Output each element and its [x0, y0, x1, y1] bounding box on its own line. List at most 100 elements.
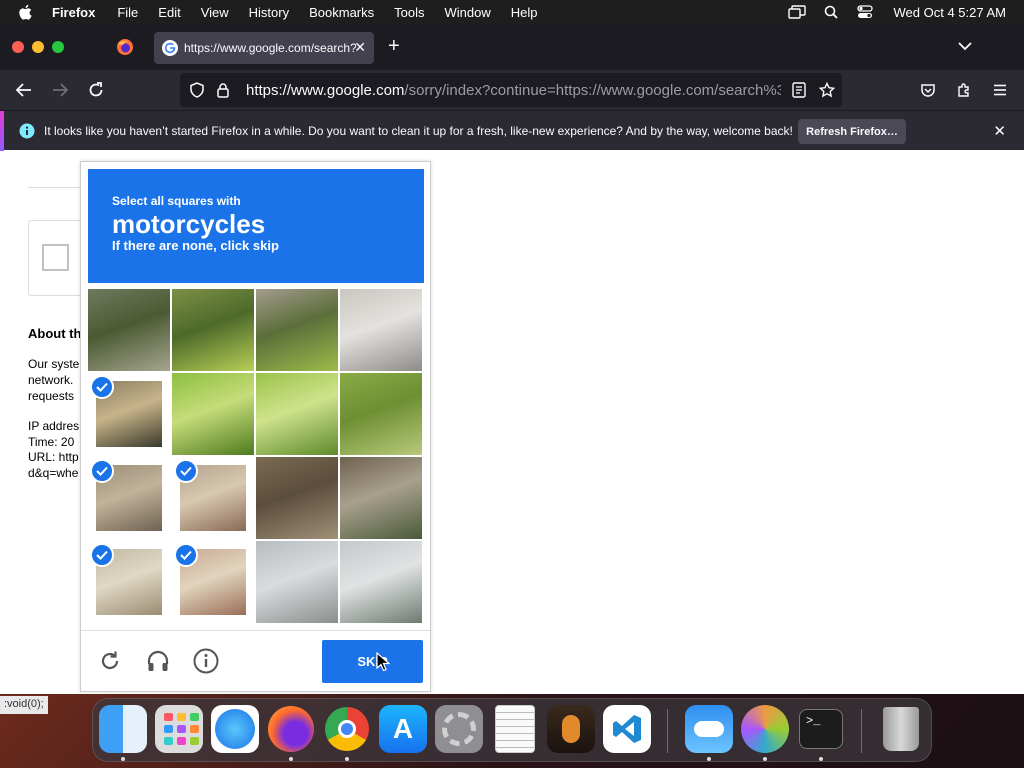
reload-challenge-icon[interactable]: [97, 648, 123, 674]
challenge-instruction: Select all squares with: [112, 194, 241, 208]
notification-bar: It looks like you haven’t started Firefo…: [0, 110, 1024, 151]
page-text-line: Our syste: [28, 357, 80, 371]
extensions-icon[interactable]: [954, 80, 974, 100]
garageband-icon[interactable]: [547, 705, 595, 753]
captcha-tile[interactable]: [340, 457, 422, 539]
reader-view-icon[interactable]: [790, 81, 808, 99]
forward-arrow-icon[interactable]: [50, 80, 70, 100]
running-indicator: [707, 757, 711, 761]
firefox-view-icon[interactable]: [116, 38, 134, 56]
menu-view[interactable]: View: [201, 5, 229, 20]
captcha-tile[interactable]: [256, 457, 338, 539]
finder-icon[interactable]: [99, 705, 147, 753]
captcha-tile[interactable]: [340, 541, 422, 623]
close-window-button[interactable]: [12, 41, 24, 53]
list-all-tabs-icon[interactable]: [958, 38, 972, 56]
menu-app-name[interactable]: Firefox: [52, 5, 95, 20]
recaptcha-checkbox[interactable]: [42, 244, 69, 271]
minimize-window-button[interactable]: [32, 41, 44, 53]
tab-google-search[interactable]: https://www.google.com/search? ✕: [154, 32, 374, 64]
tab-bar: https://www.google.com/search? ✕ +: [0, 24, 1024, 70]
lock-icon[interactable]: [214, 81, 232, 99]
zoom-window-button[interactable]: [52, 41, 64, 53]
url-text: https://www.google.com/sorry/index?conti…: [246, 82, 781, 99]
weather-icon[interactable]: [685, 705, 733, 753]
refresh-firefox-button[interactable]: Refresh Firefox…: [798, 119, 906, 144]
tab-close-icon[interactable]: ✕: [354, 39, 366, 56]
firefox-icon[interactable]: [267, 705, 315, 753]
launchpad-icon[interactable]: [155, 705, 203, 753]
display-mirror-icon[interactable]: [787, 4, 806, 20]
back-arrow-icon[interactable]: [14, 80, 34, 100]
menu-edit[interactable]: Edit: [158, 5, 180, 20]
checkmark-icon: [90, 459, 114, 483]
help-info-icon[interactable]: [193, 648, 219, 674]
running-indicator: [345, 757, 349, 761]
bookmark-star-icon[interactable]: [818, 81, 836, 99]
control-center-icon[interactable]: [856, 4, 874, 20]
divider: [28, 187, 88, 188]
menu-bar: Firefox File Edit View History Bookmarks…: [0, 0, 1024, 24]
captcha-tile[interactable]: [172, 457, 254, 539]
menu-file[interactable]: File: [117, 5, 138, 20]
reload-icon[interactable]: [86, 80, 106, 100]
running-indicator: [763, 757, 767, 761]
captcha-tile[interactable]: [88, 373, 170, 455]
captcha-tile[interactable]: [88, 457, 170, 539]
new-tab-button[interactable]: +: [388, 35, 400, 58]
captcha-tile[interactable]: [172, 289, 254, 371]
url-path: /sorry/index?continue=https://www.google…: [404, 81, 781, 99]
spotlight-search-icon[interactable]: [822, 4, 840, 20]
menu-window[interactable]: Window: [445, 5, 491, 20]
vscode-icon[interactable]: [603, 705, 651, 753]
captcha-tile[interactable]: [88, 289, 170, 371]
checkmark-icon: [174, 459, 198, 483]
dock: A >_: [92, 698, 932, 762]
installer-icon[interactable]: [741, 705, 789, 753]
apple-menu-icon[interactable]: [18, 3, 36, 21]
audio-challenge-headphones-icon[interactable]: [145, 648, 171, 674]
page-text-line: Time: 20: [28, 435, 75, 449]
captcha-tile[interactable]: [256, 373, 338, 455]
checkmark-icon: [90, 375, 114, 399]
skip-button[interactable]: SKIP: [322, 640, 423, 683]
menu-history[interactable]: History: [249, 5, 289, 20]
menu-help[interactable]: Help: [511, 5, 538, 20]
captcha-tile[interactable]: [256, 289, 338, 371]
safari-icon[interactable]: [211, 705, 259, 753]
dock-separator: [667, 709, 668, 753]
menu-bookmarks[interactable]: Bookmarks: [309, 5, 374, 20]
captcha-tile[interactable]: [172, 373, 254, 455]
chrome-icon[interactable]: [323, 705, 371, 753]
captcha-tile[interactable]: [256, 541, 338, 623]
dock-separator: [861, 709, 862, 753]
notification-accent-stripe: [0, 111, 4, 151]
notification-close-icon[interactable]: ✕: [993, 122, 1006, 140]
page-text-line: d&q=whe: [28, 466, 79, 480]
running-indicator: [819, 757, 823, 761]
running-indicator: [289, 757, 293, 761]
url-bar[interactable]: https://www.google.com/sorry/index?conti…: [180, 73, 842, 107]
checkmark-icon: [174, 543, 198, 567]
page-text-line: IP addres: [28, 419, 80, 433]
menu-tools[interactable]: Tools: [394, 5, 424, 20]
recaptcha-challenge: Select all squares with motorcycles If t…: [80, 161, 431, 692]
tracking-shield-icon[interactable]: [188, 81, 206, 99]
menu-clock[interactable]: Wed Oct 4 5:27 AM: [894, 5, 1006, 20]
captcha-tile[interactable]: [340, 289, 422, 371]
system-settings-icon[interactable]: [435, 705, 483, 753]
terminal-icon[interactable]: >_: [797, 705, 845, 753]
textedit-icon[interactable]: [491, 705, 539, 753]
captcha-tile[interactable]: [340, 373, 422, 455]
captcha-tile[interactable]: [172, 541, 254, 623]
pocket-icon[interactable]: [918, 80, 938, 100]
trash-icon[interactable]: [877, 705, 925, 753]
status-url-tooltip: :void(0);: [0, 696, 48, 714]
challenge-header: Select all squares with motorcycles If t…: [88, 169, 424, 283]
app-menu-icon[interactable]: [990, 80, 1010, 100]
captcha-tile[interactable]: [88, 541, 170, 623]
mouse-cursor-icon: [376, 651, 391, 672]
app-store-icon[interactable]: A: [379, 705, 427, 753]
window-controls: [12, 41, 64, 53]
navigation-toolbar: https://www.google.com/sorry/index?conti…: [0, 70, 1024, 110]
